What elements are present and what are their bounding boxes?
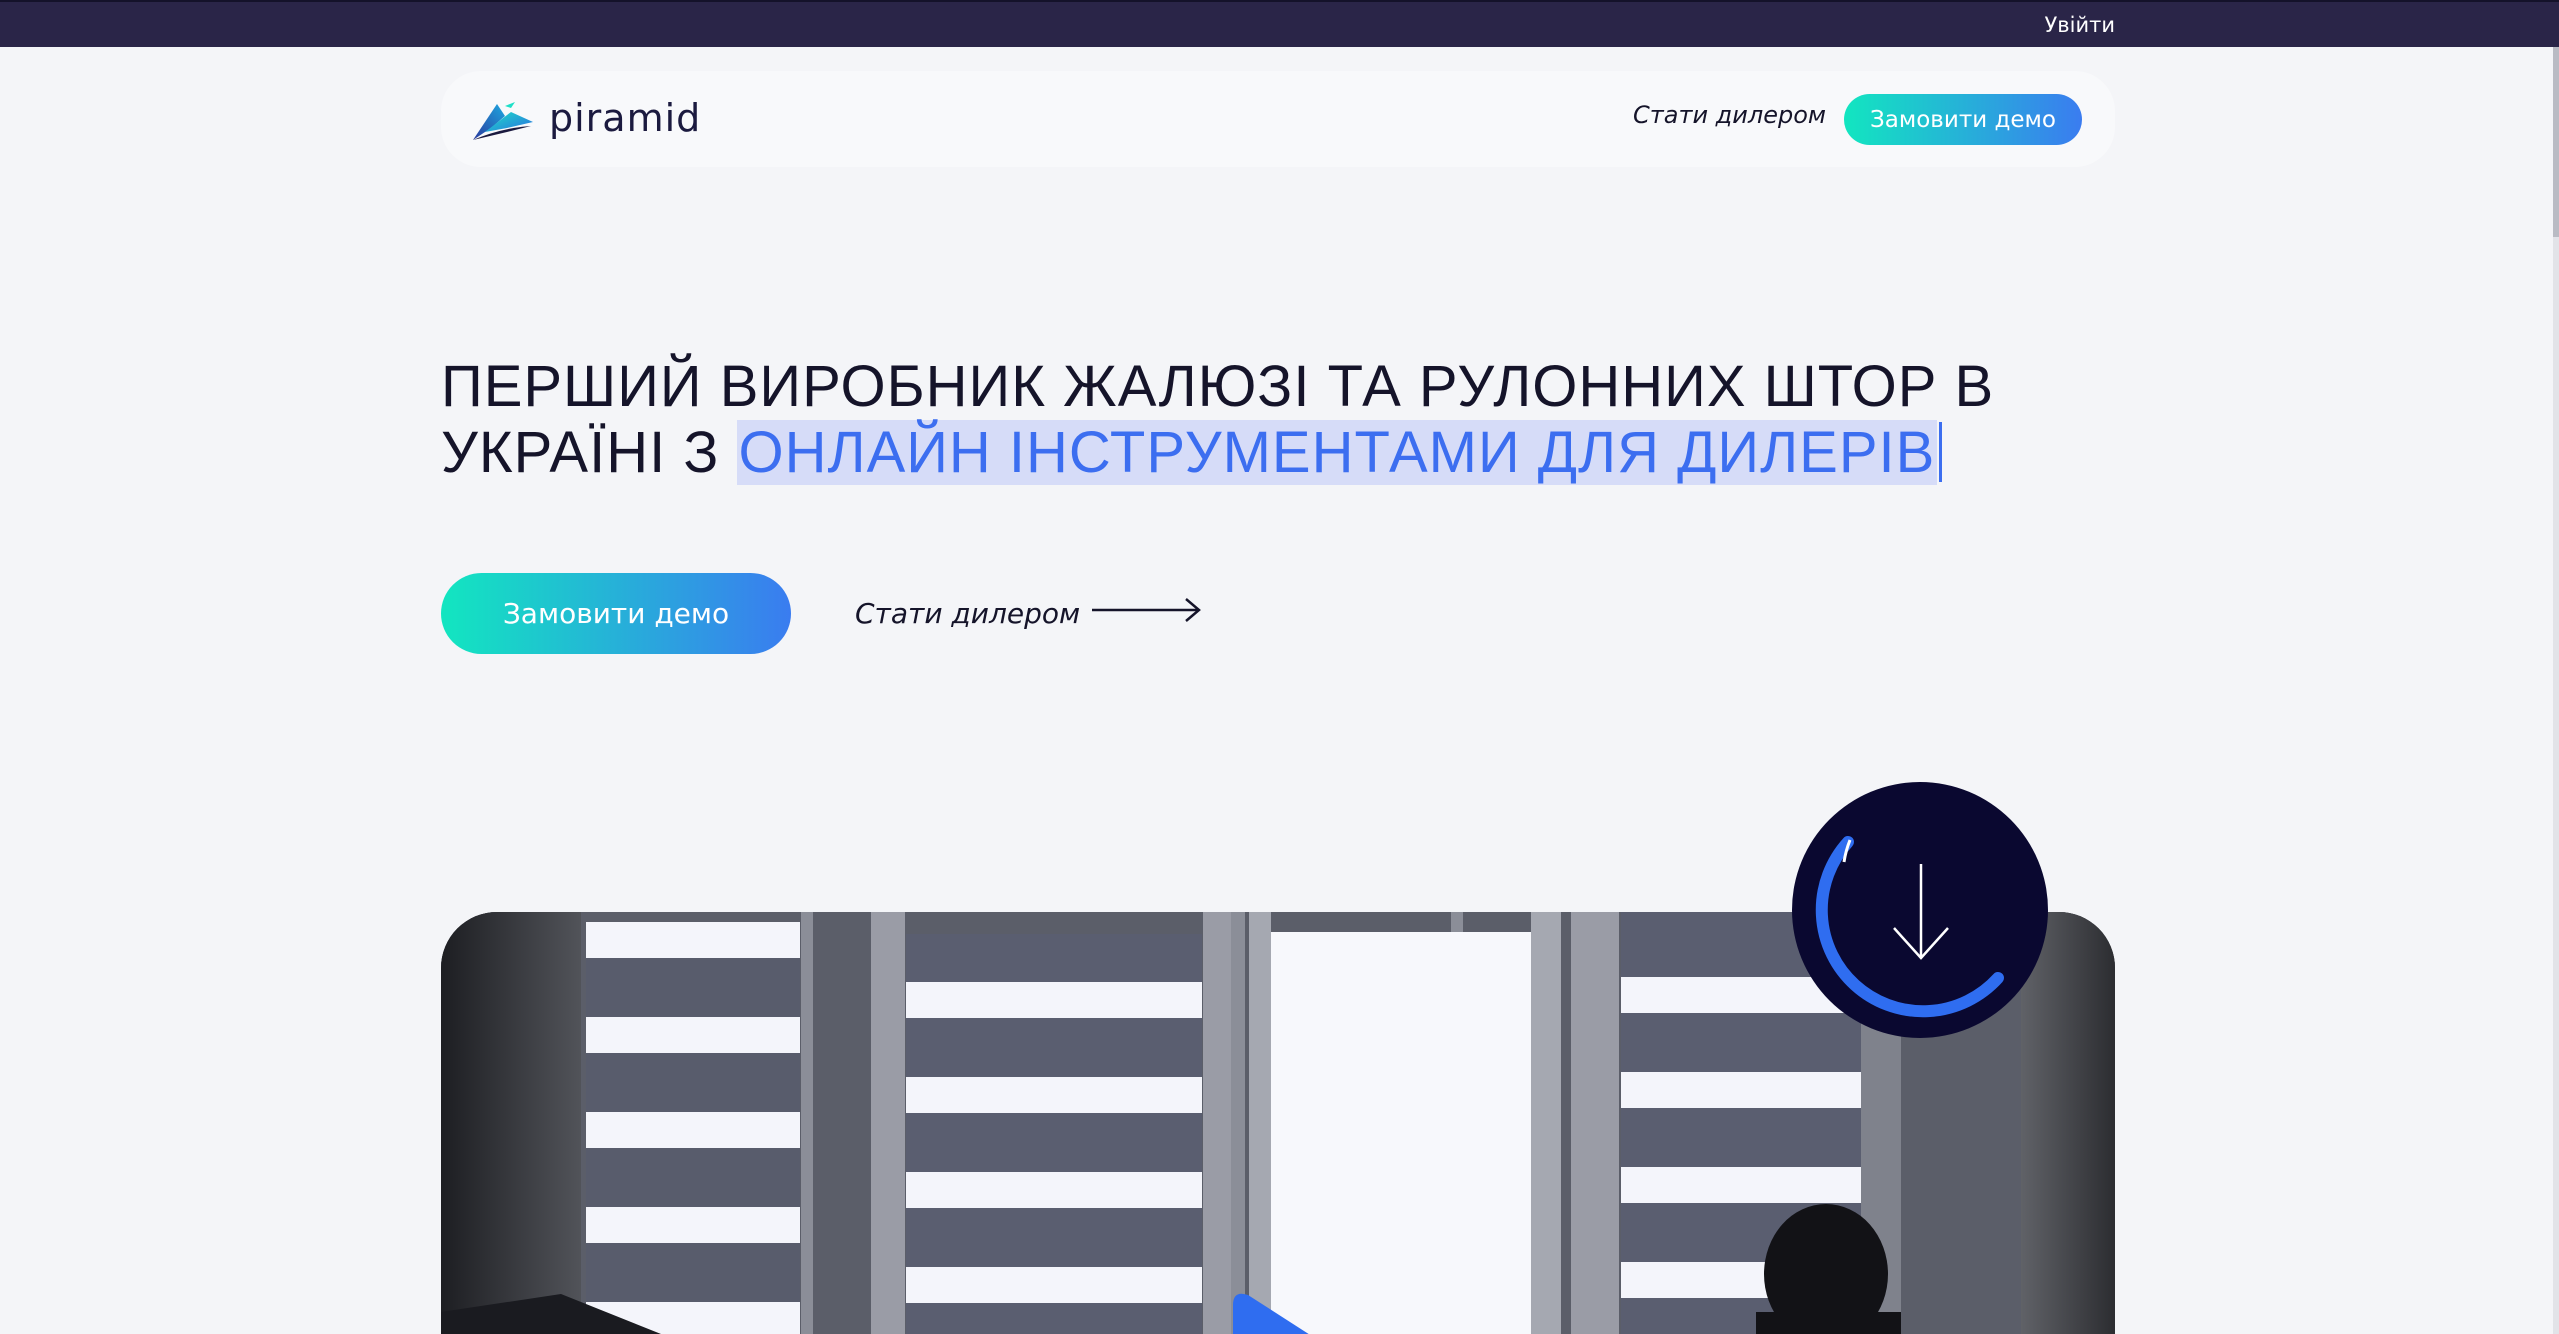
page-scrollbar[interactable] (2553, 47, 2559, 1334)
nav-become-dealer-link[interactable]: Стати дилером (1633, 101, 1826, 129)
login-link[interactable]: Увійти (2044, 13, 2115, 37)
piramid-logo-icon (471, 98, 535, 142)
hero-title: ПЕРШИЙ ВИРОБНИК ЖАЛЮЗІ ТА РУЛОННИХ ШТОР … (441, 354, 2141, 486)
text-caret (1939, 422, 1943, 482)
logo-text: piramid (549, 96, 702, 140)
main-navbar: piramid Стати дилером Замовити демо (441, 71, 2115, 167)
arrow-right-icon (1080, 595, 1202, 632)
scroll-down-button[interactable] (1792, 782, 2048, 1038)
hero-become-dealer-label: Стати дилером (855, 596, 1081, 630)
hero-title-highlight: ОНЛАЙН ІНСТРУМЕНТАМИ ДЛЯ ДИЛЕРІВ (736, 420, 1938, 485)
hero-order-demo-button[interactable]: Замовити демо (441, 573, 791, 654)
play-icon[interactable] (1233, 1280, 1323, 1334)
nav-order-demo-button[interactable]: Замовити демо (1844, 94, 2082, 145)
hero-become-dealer-link[interactable]: Стати дилером (855, 592, 1202, 634)
top-bar: Увійти (0, 0, 2559, 47)
logo[interactable]: piramid (471, 97, 701, 143)
scrollbar-thumb[interactable] (2553, 47, 2559, 237)
